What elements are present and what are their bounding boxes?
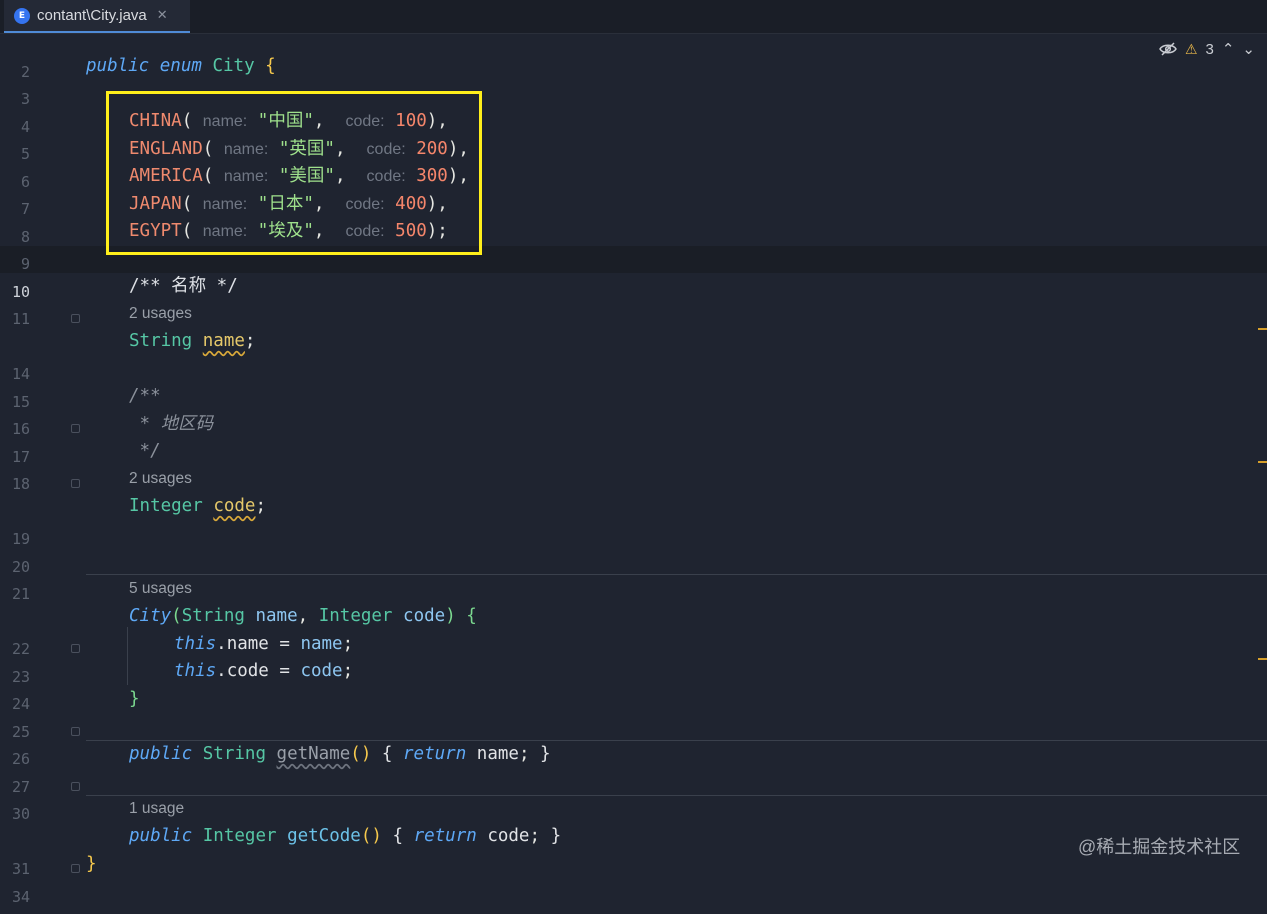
line-number: 2: [20, 63, 30, 81]
code-line-31: public Integer getCode() { return code; …: [129, 826, 562, 846]
line-number: 8: [20, 228, 30, 246]
warning-marker[interactable]: [1258, 658, 1267, 660]
line-number: 16: [11, 420, 30, 438]
indent-guide: [127, 627, 128, 685]
usages-hint[interactable]: 1 usage: [129, 799, 184, 819]
close-icon[interactable]: ✕: [157, 8, 168, 23]
line-number: 20: [11, 558, 30, 576]
fold-toggle-icon[interactable]: [71, 424, 80, 433]
line-number: 25: [11, 723, 30, 741]
line-number: 34: [11, 888, 30, 906]
line-number: 6: [20, 173, 30, 191]
code-line-22: City(String name, Integer code) {: [129, 606, 477, 626]
line-number: 21: [11, 585, 30, 603]
line-number: 24: [11, 695, 30, 713]
line-number: 22: [11, 640, 30, 658]
inspection-widget[interactable]: ⚠ 3 ⌃ ⌄: [1159, 40, 1255, 58]
line-number: 27: [11, 778, 30, 796]
line-number: 30: [11, 805, 30, 823]
code-line-16: /**: [129, 386, 161, 406]
code-line-25: }: [129, 689, 140, 709]
line-number: 26: [11, 750, 30, 768]
usages-hint[interactable]: 5 usages: [129, 579, 192, 599]
code-line-19: Integer code;: [129, 496, 267, 516]
fold-toggle-icon[interactable]: [71, 644, 80, 653]
code-line-23: this.name = name;: [174, 634, 354, 654]
line-number: 18: [11, 475, 30, 493]
editor-tab-bar: E contant\City.java ✕: [0, 0, 1267, 34]
code-line-34: }: [86, 854, 97, 874]
line-number: 4: [20, 118, 30, 136]
line-number: 5: [20, 145, 30, 163]
line-number: 9: [20, 255, 30, 273]
code-line-14: String name;: [129, 331, 256, 351]
highlight-box: [106, 91, 482, 255]
warning-marker[interactable]: [1258, 328, 1267, 330]
line-number: 31: [11, 860, 30, 878]
line-number: 15: [11, 393, 30, 411]
code-line-27: public String getName() { return name; }: [129, 744, 551, 764]
line-number: 14: [11, 365, 30, 383]
fold-toggle-icon[interactable]: [71, 782, 80, 791]
line-number-gutter: 2 3 4 5 6 7 8 9 10 11 14 15 16 17 18 19 …: [0, 63, 80, 914]
line-number: 3: [20, 90, 30, 108]
usages-hint[interactable]: 2 usages: [129, 469, 192, 489]
chevron-up-icon[interactable]: ⌃: [1222, 40, 1235, 58]
usages-hint[interactable]: 2 usages: [129, 304, 192, 324]
line-number: 11: [11, 310, 30, 328]
method-separator: [86, 574, 1267, 575]
chevron-down-icon[interactable]: ⌄: [1242, 40, 1255, 58]
code-line-3: public enum City {: [86, 56, 276, 76]
fold-toggle-icon[interactable]: [71, 314, 80, 323]
code-line-24: this.code = code;: [174, 661, 354, 681]
watermark: @稀土掘金技术社区: [1078, 837, 1241, 857]
line-number: 19: [11, 530, 30, 548]
line-number: 23: [11, 668, 30, 686]
method-separator: [86, 740, 1267, 741]
tab-label: contant\City.java: [37, 7, 147, 24]
method-separator: [86, 795, 1267, 796]
code-line-18: */: [129, 441, 161, 461]
tab-city-java[interactable]: E contant\City.java ✕: [4, 0, 190, 33]
line-number: 17: [11, 448, 30, 466]
fold-toggle-icon[interactable]: [71, 727, 80, 736]
fold-toggle-icon[interactable]: [71, 479, 80, 488]
enum-file-icon: E: [14, 7, 30, 24]
fold-toggle-icon[interactable]: [71, 864, 80, 873]
warning-marker[interactable]: [1258, 461, 1267, 463]
line-number: 7: [20, 200, 30, 218]
line-number: 10: [11, 283, 30, 301]
warning-icon: ⚠: [1184, 40, 1198, 57]
code-line-11: /** 名称 */: [129, 276, 238, 296]
eye-off-icon[interactable]: [1159, 42, 1177, 56]
code-line-17: * 地区码: [129, 414, 214, 434]
warning-count: 3: [1205, 40, 1214, 58]
